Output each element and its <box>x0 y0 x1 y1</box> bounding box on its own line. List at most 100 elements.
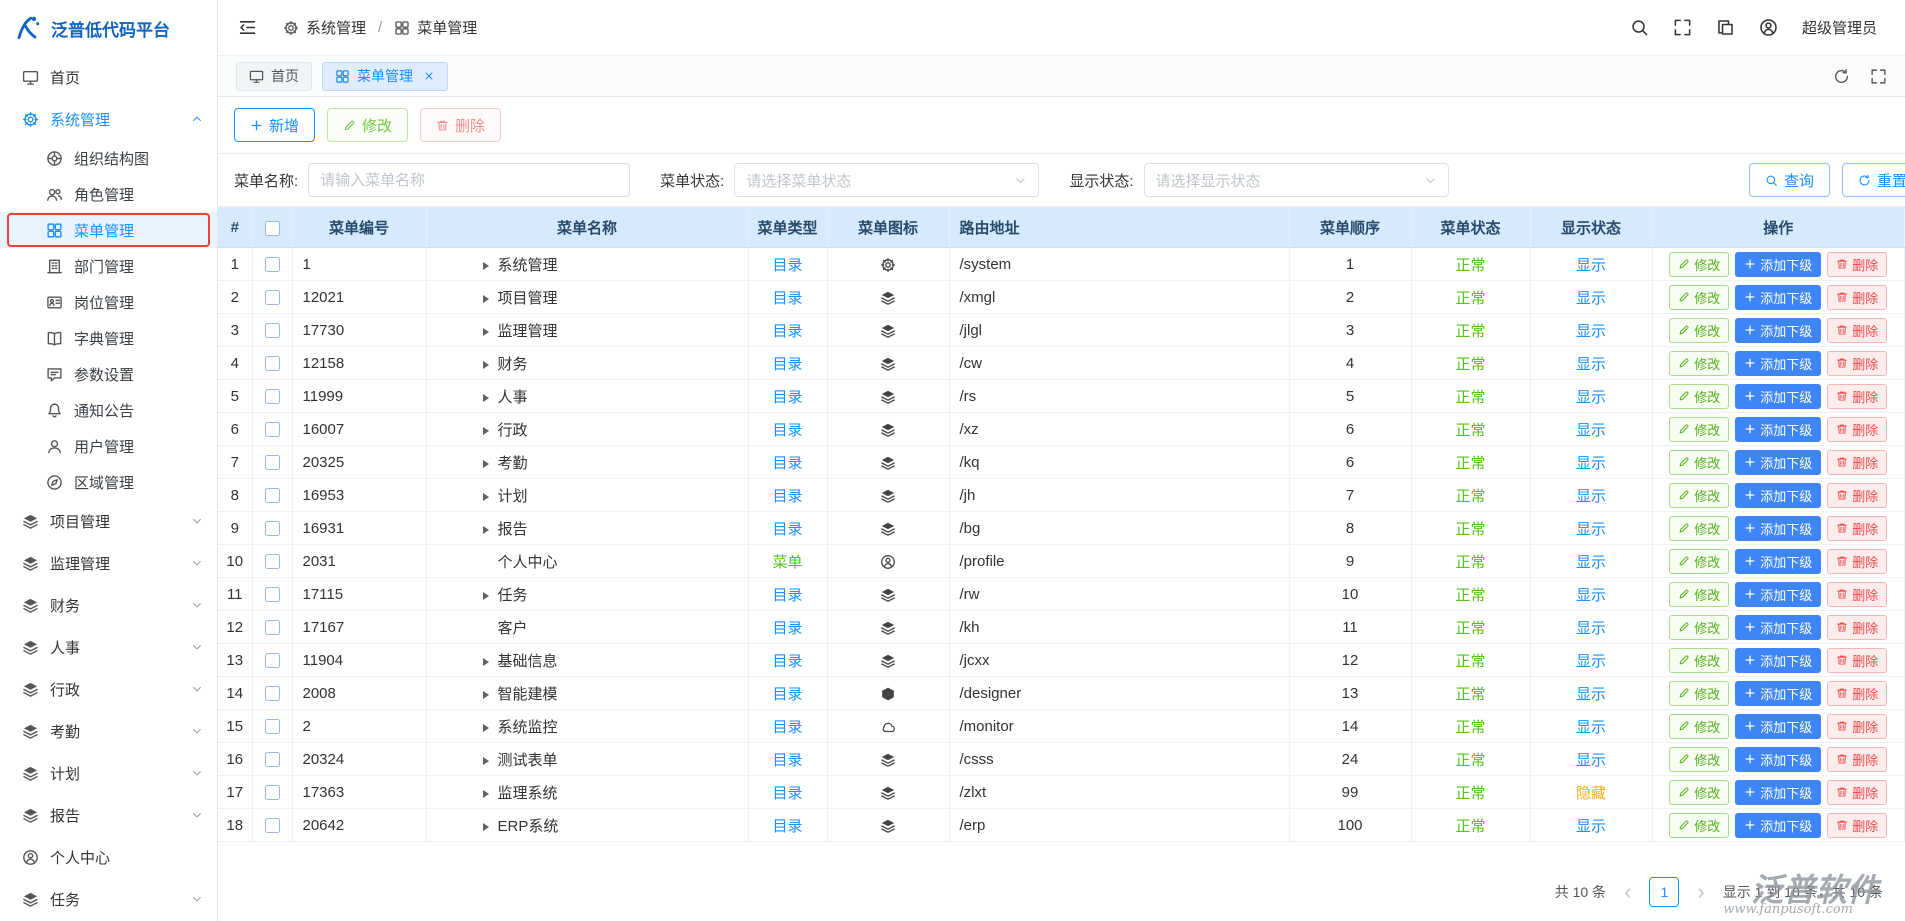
sidebar-subitem[interactable]: 参数设置 <box>0 356 217 392</box>
row-delete-button[interactable]: 删除 <box>1827 648 1887 673</box>
sidebar-item[interactable]: 个人中心 <box>0 836 217 878</box>
sidebar-item[interactable]: 首页 <box>0 56 217 98</box>
sidebar-subitem[interactable]: 组织结构图 <box>0 140 217 176</box>
row-edit-button[interactable]: 修改 <box>1669 450 1729 475</box>
expand-arrow-icon[interactable] <box>483 691 489 699</box>
expand-arrow-icon[interactable] <box>483 757 489 765</box>
user-avatar-icon[interactable] <box>1759 18 1778 37</box>
sidebar-item[interactable]: 项目管理 <box>0 500 217 542</box>
row-delete-button[interactable]: 删除 <box>1827 417 1887 442</box>
row-edit-button[interactable]: 修改 <box>1669 384 1729 409</box>
row-add-child-button[interactable]: 添加下级 <box>1735 516 1821 541</box>
expand-arrow-icon[interactable] <box>483 592 489 600</box>
row-checkbox[interactable] <box>265 290 280 305</box>
row-delete-button[interactable]: 删除 <box>1827 747 1887 772</box>
row-add-child-button[interactable]: 添加下级 <box>1735 450 1821 475</box>
row-checkbox[interactable] <box>265 818 280 833</box>
row-checkbox[interactable] <box>265 422 280 437</box>
row-delete-button[interactable]: 删除 <box>1827 351 1887 376</box>
row-add-child-button[interactable]: 添加下级 <box>1735 384 1821 409</box>
sidebar-subitem[interactable]: 岗位管理 <box>0 284 217 320</box>
expand-arrow-icon[interactable] <box>483 361 489 369</box>
row-add-child-button[interactable]: 添加下级 <box>1735 285 1821 310</box>
row-checkbox[interactable] <box>265 257 280 272</box>
row-edit-button[interactable]: 修改 <box>1669 516 1729 541</box>
sidebar-subitem[interactable]: 部门管理 <box>0 248 217 284</box>
row-delete-button[interactable]: 删除 <box>1827 714 1887 739</box>
row-add-child-button[interactable]: 添加下级 <box>1735 780 1821 805</box>
row-edit-button[interactable]: 修改 <box>1669 615 1729 640</box>
row-delete-button[interactable]: 删除 <box>1827 252 1887 277</box>
row-add-child-button[interactable]: 添加下级 <box>1735 318 1821 343</box>
row-edit-button[interactable]: 修改 <box>1669 285 1729 310</box>
sidebar-item[interactable]: 人事 <box>0 626 217 668</box>
add-button[interactable]: 新增 <box>234 108 315 142</box>
row-checkbox[interactable] <box>265 521 280 536</box>
row-add-child-button[interactable]: 添加下级 <box>1735 714 1821 739</box>
expand-arrow-icon[interactable] <box>483 526 489 534</box>
edit-button[interactable]: 修改 <box>327 108 408 142</box>
logo[interactable]: 泛普低代码平台 <box>0 0 217 56</box>
row-delete-button[interactable]: 删除 <box>1827 813 1887 838</box>
current-user[interactable]: 超级管理员 <box>1802 17 1877 38</box>
expand-arrow-icon[interactable] <box>483 427 489 435</box>
expand-arrow-icon[interactable] <box>483 493 489 501</box>
row-checkbox[interactable] <box>265 389 280 404</box>
delete-button[interactable]: 删除 <box>420 108 501 142</box>
row-checkbox[interactable] <box>265 653 280 668</box>
row-add-child-button[interactable]: 添加下级 <box>1735 549 1821 574</box>
row-checkbox[interactable] <box>265 620 280 635</box>
fullscreen-icon[interactable] <box>1673 18 1692 37</box>
expand-arrow-icon[interactable] <box>483 295 489 303</box>
prev-page-button[interactable]: ‹ <box>1622 881 1633 903</box>
breadcrumb-item-system[interactable]: 系统管理 <box>306 17 366 38</box>
row-add-child-button[interactable]: 添加下级 <box>1735 747 1821 772</box>
row-add-child-button[interactable]: 添加下级 <box>1735 582 1821 607</box>
row-checkbox[interactable] <box>265 752 280 767</box>
row-delete-button[interactable]: 删除 <box>1827 483 1887 508</box>
row-delete-button[interactable]: 删除 <box>1827 549 1887 574</box>
reset-button[interactable]: 重置 <box>1842 163 1905 197</box>
menu-status-select[interactable]: 请选择菜单状态 <box>734 163 1039 197</box>
row-edit-button[interactable]: 修改 <box>1669 813 1729 838</box>
row-add-child-button[interactable]: 添加下级 <box>1735 483 1821 508</box>
row-delete-button[interactable]: 删除 <box>1827 450 1887 475</box>
row-add-child-button[interactable]: 添加下级 <box>1735 615 1821 640</box>
menu-name-input[interactable] <box>308 163 630 197</box>
display-status-select[interactable]: 请选择显示状态 <box>1144 163 1449 197</box>
sidebar-subitem[interactable]: 通知公告 <box>0 392 217 428</box>
row-delete-button[interactable]: 删除 <box>1827 615 1887 640</box>
row-edit-button[interactable]: 修改 <box>1669 549 1729 574</box>
sidebar-item[interactable]: 监理管理 <box>0 542 217 584</box>
sidebar-item[interactable]: 行政 <box>0 668 217 710</box>
sidebar-subitem[interactable]: 区域管理 <box>0 464 217 500</box>
row-edit-button[interactable]: 修改 <box>1669 648 1729 673</box>
row-edit-button[interactable]: 修改 <box>1669 417 1729 442</box>
sidebar-subitem[interactable]: 用户管理 <box>0 428 217 464</box>
row-edit-button[interactable]: 修改 <box>1669 747 1729 772</box>
row-edit-button[interactable]: 修改 <box>1669 252 1729 277</box>
sidebar-item[interactable]: 系统管理 <box>0 98 217 140</box>
sidebar-subitem[interactable]: 菜单管理 <box>0 212 217 248</box>
expand-arrow-icon[interactable] <box>483 724 489 732</box>
row-checkbox[interactable] <box>265 356 280 371</box>
row-checkbox[interactable] <box>265 587 280 602</box>
sidebar-item[interactable]: 计划 <box>0 752 217 794</box>
row-edit-button[interactable]: 修改 <box>1669 351 1729 376</box>
row-edit-button[interactable]: 修改 <box>1669 483 1729 508</box>
query-button[interactable]: 查询 <box>1749 163 1830 197</box>
row-checkbox[interactable] <box>265 455 280 470</box>
sidebar-item[interactable]: 财务 <box>0 584 217 626</box>
row-add-child-button[interactable]: 添加下级 <box>1735 681 1821 706</box>
row-add-child-button[interactable]: 添加下级 <box>1735 417 1821 442</box>
collapse-sidebar-icon[interactable] <box>238 18 257 37</box>
row-checkbox[interactable] <box>265 785 280 800</box>
search-icon[interactable] <box>1630 18 1649 37</box>
sidebar-item[interactable]: 任务 <box>0 878 217 920</box>
row-delete-button[interactable]: 删除 <box>1827 516 1887 541</box>
expand-arrow-icon[interactable] <box>483 328 489 336</box>
row-edit-button[interactable]: 修改 <box>1669 582 1729 607</box>
expand-arrow-icon[interactable] <box>483 394 489 402</box>
sidebar-subitem[interactable]: 字典管理 <box>0 320 217 356</box>
tab[interactable]: 首页 <box>236 62 312 91</box>
